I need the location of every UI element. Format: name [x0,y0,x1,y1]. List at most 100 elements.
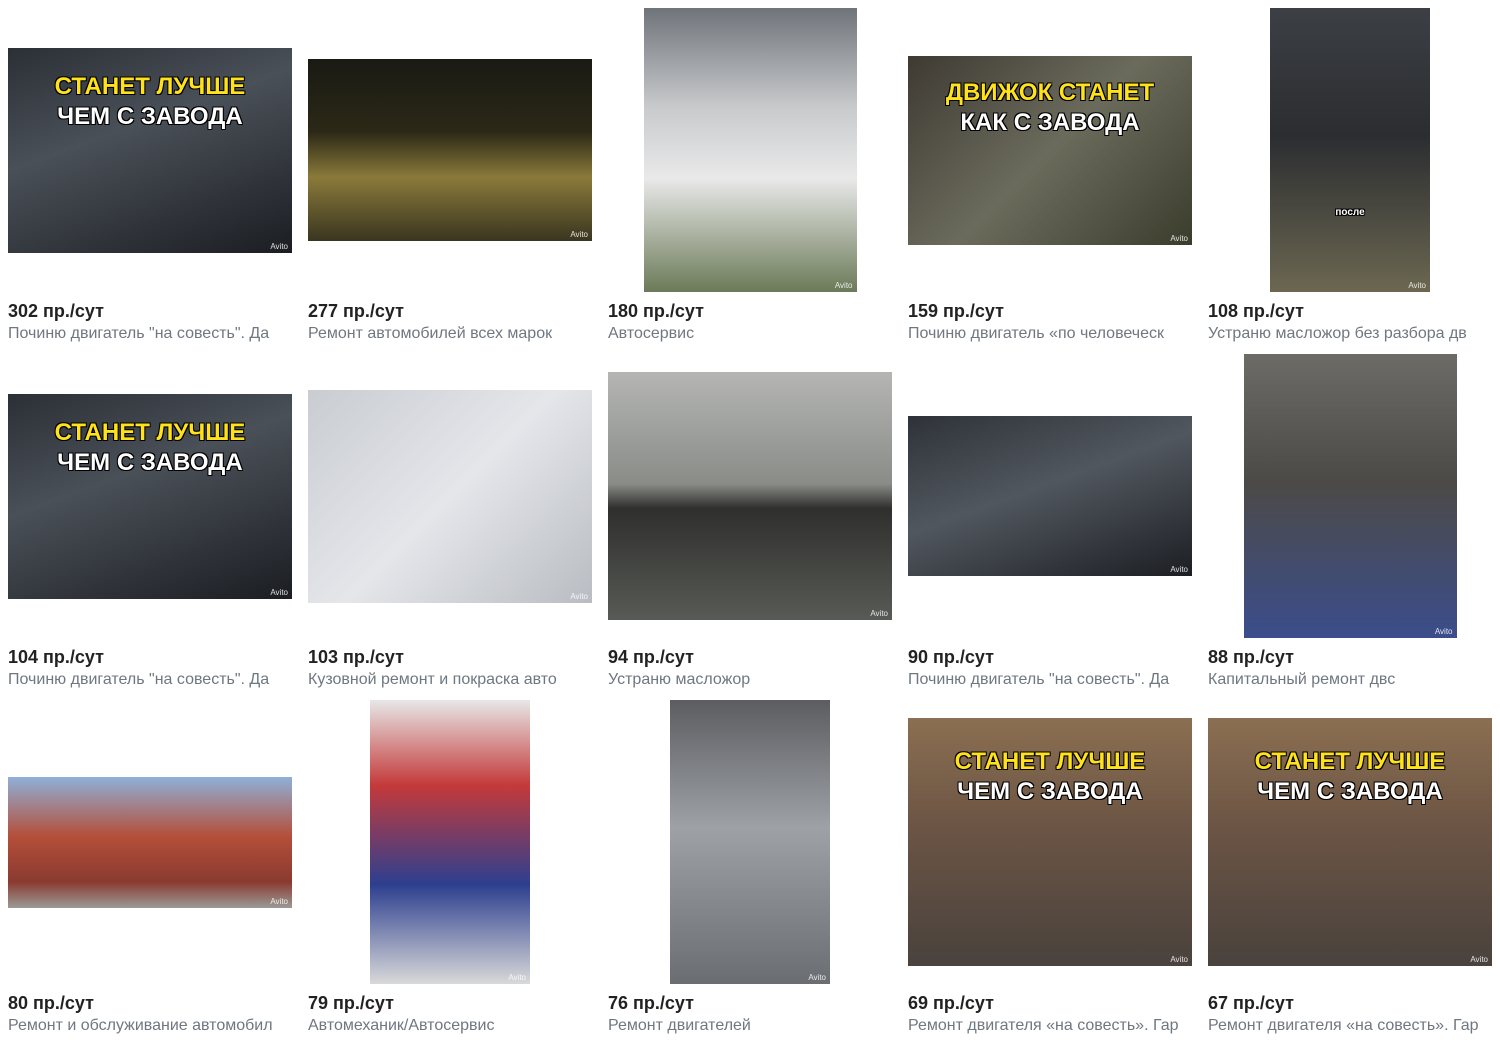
avito-watermark: Avito [834,281,853,290]
listing-card[interactable]: Avito 90 пр./сут Починю двигатель "на сове… [908,354,1192,694]
avito-watermark: Avito [570,591,588,601]
listing-card[interactable]: Avito 79 пр./сут Автомеханик/Автосервис [308,700,592,1040]
listing-thumbnail[interactable]: СТАНЕТ ЛУЧШЕ ЧЕМ С ЗАВОДА Avito [8,8,292,292]
listing-photo: после Avito [1270,8,1430,292]
avito-watermark: Avito [508,973,526,982]
photo-caption-top: СТАНЕТ ЛУЧШЕ [54,72,246,100]
views-per-day: 90 пр./сут [908,647,994,667]
listing-card[interactable]: Avito 277 пр./сут Ремонт автомобилей всех … [308,8,592,348]
photo-caption-bottom: ЧЕМ С ЗАВОДА [957,778,1143,805]
listing-photo: Avito [608,372,892,620]
listing-photo: СТАНЕТ ЛУЧШЕ ЧЕМ С ЗАВОДА Avito [908,718,1192,966]
avito-watermark: Avito [1170,233,1188,243]
listing-title[interactable]: Починю двигатель "на совесть". Да [908,671,1192,689]
photo-caption-top: СТАНЕТ ЛУЧШЕ [954,748,1146,775]
avito-watermark: Avito [1170,955,1188,964]
avito-watermark: Avito [1408,281,1426,290]
listing-card[interactable]: Avito 88 пр./сут Капитальный ремонт двс [1208,354,1492,694]
views-per-day: 277 пр./сут [308,301,404,321]
listing-photo: Avito [370,700,530,984]
photo-caption-bottom: ЧЕМ С ЗАВОДА [57,102,243,130]
avito-watermark: Avito [870,609,888,618]
listing-photo: СТАНЕТ ЛУЧШЕ ЧЕМ С ЗАВОДА Avito [8,393,292,599]
avito-watermark: Avito [270,587,288,597]
listing-card[interactable]: ДВИЖОК СТАНЕТ КАК С ЗАВОДА Avito 159 пр./су… [908,8,1192,348]
listing-title[interactable]: Капитальный ремонт двс [1208,671,1492,689]
listing-title[interactable]: Автомеханик/Автосервис [308,1017,592,1035]
listing-card[interactable]: Avito 80 пр./сут Ремонт и обслуживание авт… [8,700,292,1040]
listing-title[interactable]: Ремонт двигателя «на совесть». Гар [908,1017,1192,1035]
views-per-day: 69 пр./сут [908,993,994,1013]
listing-photo: СТАНЕТ ЛУЧШЕ ЧЕМ С ЗАВОДА Avito [1208,718,1492,966]
listing-thumbnail[interactable]: СТАНЕТ ЛУЧШЕ ЧЕМ С ЗАВОДА Avito [8,354,292,638]
listing-thumbnail[interactable]: Avito [308,354,592,638]
views-per-day: 94 пр./сут [608,647,694,667]
listing-card[interactable]: СТАНЕТ ЛУЧШЕ ЧЕМ С ЗАВОДА Avito 302 пр./сут… [8,8,292,348]
listing-thumbnail[interactable]: Avito [308,8,592,292]
photo-caption-top: СТАНЕТ ЛУЧШЕ [1254,748,1446,775]
views-per-day: 79 пр./сут [308,993,394,1013]
views-per-day: 104 пр./сут [8,647,104,667]
avito-watermark: Avito [1470,955,1488,964]
photo-caption-bottom: ЧЕМ С ЗАВОДА [1257,778,1443,805]
avito-watermark: Avito [1170,565,1188,574]
photo-caption-bottom: КАК С ЗАВОДА [960,108,1140,136]
listing-card[interactable]: Avito 103 пр./сут Кузовной ремонт и покрас… [308,354,592,694]
listing-title[interactable]: Автосервис [608,325,892,343]
listing-thumbnail[interactable]: Avito [608,700,892,984]
listing-title[interactable]: Починю двигатель «по человеческ [908,325,1192,343]
avito-watermark: Avito [270,241,288,251]
listing-photo: Avito [308,389,592,603]
listing-thumbnail[interactable]: Avito [908,354,1192,638]
avito-watermark: Avito [808,973,826,982]
views-per-day: 67 пр./сут [1208,993,1294,1013]
photo-caption-bottom: ЧЕМ С ЗАВОДА [57,448,243,476]
listing-title[interactable]: Ремонт двигателей [608,1017,892,1035]
listing-thumbnail[interactable]: СТАНЕТ ЛУЧШЕ ЧЕМ С ЗАВОДА Avito [908,700,1192,984]
listing-thumbnail[interactable]: Avito [608,8,892,292]
views-per-day: 180 пр./сут [608,301,704,321]
views-per-day: 302 пр./сут [8,301,104,321]
listing-photo: Avito [908,416,1192,576]
listing-card[interactable]: СТАНЕТ ЛУЧШЕ ЧЕМ С ЗАВОДА Avito 67 пр./сут Р… [1208,700,1492,1040]
views-per-day: 76 пр./сут [608,993,694,1013]
listing-photo: Avito [1243,354,1457,638]
listing-photo: СТАНЕТ ЛУЧШЕ ЧЕМ С ЗАВОДА Avito [8,47,292,253]
listing-title[interactable]: Ремонт двигателя «на совесть». Гар [1208,1017,1492,1035]
listing-title[interactable]: Починю двигатель "на совесть". Да [8,325,292,343]
listing-thumbnail[interactable]: Avito [308,700,592,984]
views-per-day: 103 пр./сут [308,647,404,667]
listing-title[interactable]: Устраню масложор без разбора дв [1208,325,1492,343]
avito-watermark: Avito [270,896,288,906]
listing-card[interactable]: Avito 76 пр./сут Ремонт двигателей [608,700,892,1040]
listing-thumbnail[interactable]: СТАНЕТ ЛУЧШЕ ЧЕМ С ЗАВОДА Avito [1208,700,1492,984]
views-per-day: 159 пр./сут [908,301,1004,321]
photo-caption-top: ДВИЖОК СТАНЕТ [945,78,1155,106]
listing-card[interactable]: после Avito 108 пр./сут Устраню масложор бе… [1208,8,1492,348]
listing-card[interactable]: Avito 180 пр./сут Автосервис [608,8,892,348]
listing-thumbnail[interactable]: ДВИЖОК СТАНЕТ КАК С ЗАВОДА Avito [908,8,1192,292]
photo-caption-top: СТАНЕТ ЛУЧШЕ [54,418,246,446]
listing-title[interactable]: Устраню масложор [608,671,892,689]
listing-card[interactable]: Avito 94 пр./сут Устраню масложор [608,354,892,694]
listing-thumbnail[interactable]: после Avito [1208,8,1492,292]
photo-caption-bottom: после [1335,207,1365,218]
views-per-day: 88 пр./сут [1208,647,1294,667]
views-per-day: 80 пр./сут [8,993,94,1013]
listing-title[interactable]: Ремонт и обслуживание автомобил [8,1017,292,1035]
views-per-day: 108 пр./сут [1208,301,1304,321]
listing-thumbnail[interactable]: Avito [608,354,892,638]
listing-photo: Avito [670,700,830,984]
listing-photo: Avito [8,776,292,908]
avito-watermark: Avito [1434,627,1453,636]
listing-card[interactable]: СТАНЕТ ЛУЧШЕ ЧЕМ С ЗАВОДА Avito 104 пр./сут… [8,354,292,694]
listing-thumbnail[interactable]: Avito [1208,354,1492,638]
listing-title[interactable]: Кузовной ремонт и покраска авто [308,671,592,689]
avito-watermark: Avito [570,230,588,239]
listing-card[interactable]: СТАНЕТ ЛУЧШЕ ЧЕМ С ЗАВОДА Avito 69 пр./сут Р… [908,700,1192,1040]
listing-title[interactable]: Починю двигатель "на совесть". Да [8,671,292,689]
listing-photo: Avito [308,59,592,241]
listing-thumbnail[interactable]: Avito [8,700,292,984]
listing-title[interactable]: Ремонт автомобилей всех марок [308,325,592,343]
listing-photo: ДВИЖОК СТАНЕТ КАК С ЗАВОДА Avito [908,55,1192,245]
